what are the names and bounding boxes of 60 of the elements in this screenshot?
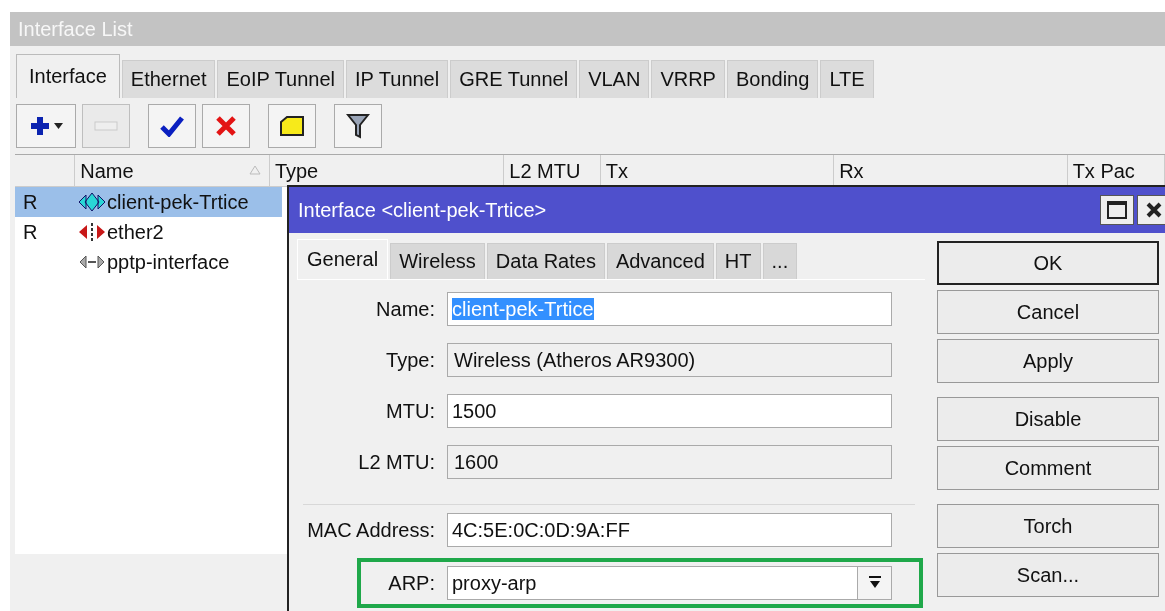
enable-button[interactable] bbox=[148, 104, 196, 148]
filter-icon bbox=[346, 113, 370, 139]
dialog-button[interactable]: Cancel bbox=[937, 290, 1159, 334]
dialog-button[interactable]: Comment bbox=[937, 446, 1159, 490]
flag-text: R bbox=[23, 191, 38, 213]
close-icon bbox=[1145, 201, 1163, 219]
dialog-button[interactable]: Torch bbox=[937, 504, 1159, 548]
note-icon bbox=[279, 116, 305, 136]
filter-button[interactable] bbox=[334, 104, 382, 148]
field-label: MTU: bbox=[385, 399, 436, 424]
interface-name: ether2 bbox=[107, 220, 164, 245]
maximize-icon bbox=[1107, 201, 1127, 219]
tab[interactable]: Ethernet bbox=[121, 60, 216, 98]
dialog-title: Interface <client-pek-Trtice> bbox=[298, 198, 548, 223]
disable-button[interactable] bbox=[202, 104, 250, 148]
cross-icon bbox=[215, 115, 237, 137]
column-header[interactable]: Name bbox=[75, 155, 270, 186]
table-row[interactable]: R client-pek-Trtice bbox=[15, 187, 282, 217]
field-label: Type: bbox=[385, 348, 436, 373]
interface-name: client-pek-Trtice bbox=[107, 190, 249, 215]
check-icon bbox=[160, 115, 184, 137]
interface-name: pptp-interface bbox=[107, 250, 230, 275]
tab[interactable]: EoIP Tunnel bbox=[217, 60, 345, 98]
tab[interactable]: HT bbox=[715, 243, 761, 279]
maximize-button[interactable] bbox=[1100, 195, 1134, 225]
dialog-button[interactable]: Disable bbox=[937, 397, 1159, 441]
comment-button[interactable] bbox=[268, 104, 316, 148]
tab[interactable]: VLAN bbox=[579, 60, 650, 98]
tab[interactable]: Interface bbox=[16, 54, 120, 98]
add-button[interactable] bbox=[16, 104, 76, 148]
readonly-field: Wireless (Atheros AR9300) bbox=[447, 343, 892, 377]
dropdown-value: proxy-arp bbox=[451, 571, 538, 596]
field-label: Name: bbox=[375, 297, 436, 322]
tab[interactable]: Data Rates bbox=[486, 243, 605, 279]
tab[interactable]: VRRP bbox=[651, 60, 725, 98]
input-field[interactable]: 4C:5E:0C:0D:9A:FF bbox=[447, 513, 892, 547]
close-button[interactable] bbox=[1137, 195, 1165, 225]
wireless-interface-icon bbox=[77, 191, 107, 213]
tab[interactable]: ... bbox=[762, 243, 798, 279]
input-field[interactable]: 1500 bbox=[447, 394, 892, 428]
ethernet-interface-icon bbox=[77, 221, 107, 243]
tab[interactable]: GRE Tunnel bbox=[450, 60, 578, 98]
dialog-button[interactable]: OK bbox=[937, 241, 1159, 285]
field-label: MAC Address: bbox=[306, 518, 436, 543]
tab[interactable]: General bbox=[297, 239, 389, 279]
minus-icon bbox=[94, 121, 118, 131]
field-label: ARP: bbox=[387, 571, 436, 596]
sort-icon bbox=[248, 165, 261, 175]
readonly-field: 1600 bbox=[447, 445, 892, 479]
dialog-button[interactable]: Scan... bbox=[937, 553, 1159, 597]
tab[interactable]: Advanced bbox=[606, 243, 714, 279]
dropdown-field[interactable]: proxy-arp bbox=[447, 566, 892, 600]
dialog-button[interactable]: Apply bbox=[937, 339, 1159, 383]
tab[interactable]: Wireless bbox=[390, 243, 485, 279]
tab[interactable]: LTE bbox=[820, 60, 874, 98]
tab[interactable]: Bonding bbox=[726, 60, 819, 98]
tab[interactable]: IP Tunnel bbox=[346, 60, 449, 98]
field-label: L2 MTU: bbox=[357, 450, 436, 475]
flag-text: R bbox=[23, 221, 38, 243]
dropdown-arrow-icon bbox=[867, 576, 882, 590]
